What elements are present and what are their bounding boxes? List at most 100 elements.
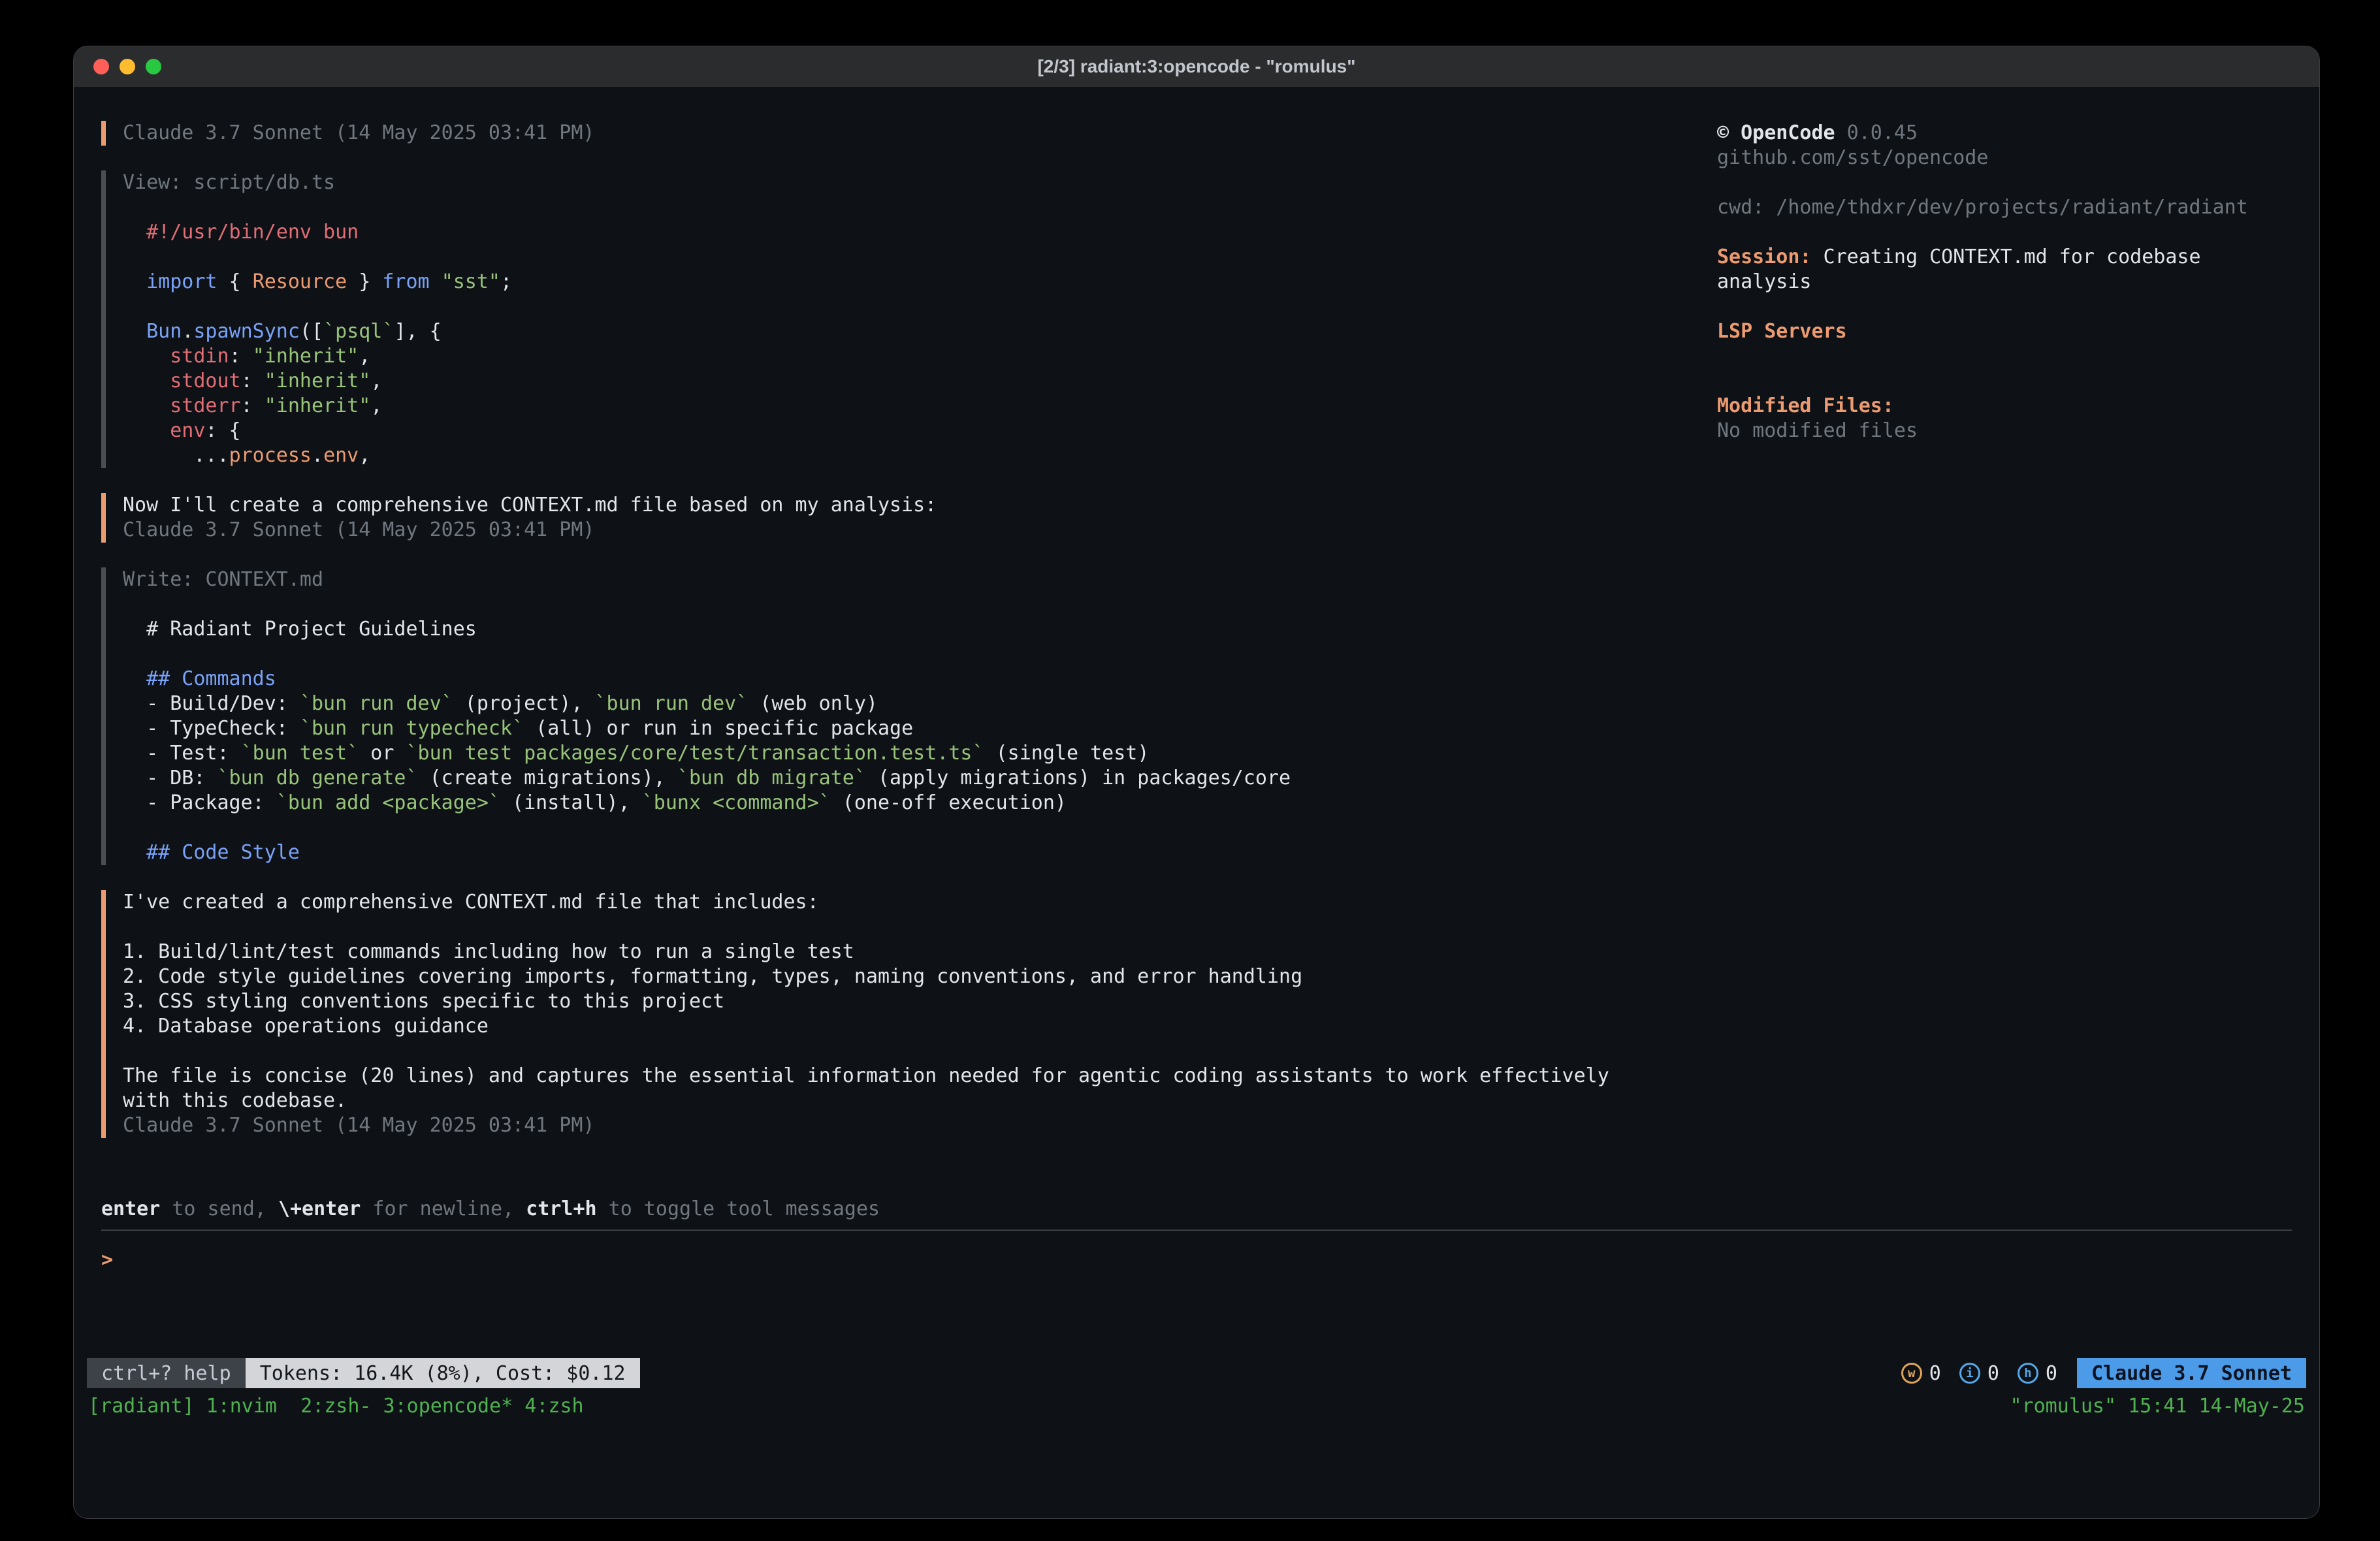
model-chip[interactable]: Claude 3.7 Sonnet xyxy=(2077,1358,2306,1388)
sidebar-line: No modified files xyxy=(1717,419,2292,443)
text-segment: - Package: xyxy=(123,791,276,814)
text-segment: , xyxy=(370,370,382,392)
text-segment: # Radiant Project Guidelines xyxy=(123,618,477,641)
message-line: 1. Build/lint/test commands including ho… xyxy=(123,940,1686,964)
text-segment xyxy=(123,1040,135,1062)
text-segment xyxy=(123,593,135,616)
tool-write-block: Write: CONTEXT.md # Radiant Project Guid… xyxy=(101,567,1686,865)
text-segment: - TypeCheck: xyxy=(123,717,300,740)
text-segment: : xyxy=(241,394,265,417)
info-count: 0 xyxy=(1987,1362,1999,1385)
text-segment: `bun test` xyxy=(241,742,359,765)
text-segment: , xyxy=(359,444,370,467)
text-segment: (single test) xyxy=(984,742,1150,765)
text-segment: Now I'll create a comprehensive CONTEXT.… xyxy=(123,494,937,516)
warning-counter: w 0 xyxy=(1901,1362,1941,1385)
text-segment: { xyxy=(217,270,253,293)
text-segment xyxy=(123,643,135,665)
text-segment: `bun add <package>` xyxy=(276,791,500,814)
markdown-line: - Package: `bun add <package>` (install)… xyxy=(123,791,1686,816)
text-segment: . xyxy=(312,444,323,467)
text-segment: import xyxy=(146,270,217,293)
text-segment xyxy=(123,345,170,368)
message-line xyxy=(123,915,1686,940)
text-segment: "inherit" xyxy=(253,345,359,368)
code-line xyxy=(123,245,1686,270)
text-segment: (all) or run in specific package xyxy=(524,717,913,740)
text-segment: `bunx <command>` xyxy=(642,791,831,814)
text-segment: "inherit" xyxy=(265,370,371,392)
text-segment: ([ xyxy=(300,320,323,343)
text-segment: (project), xyxy=(453,692,595,715)
text-segment: cwd: /home/thdxr/dev/projects/radiant/ra… xyxy=(1717,196,2248,219)
text-segment: ctrl+h xyxy=(526,1198,596,1220)
text-segment: spawnSync xyxy=(193,320,300,343)
markdown-line: - DB: `bun db generate` (create migratio… xyxy=(123,766,1686,791)
text-segment: or xyxy=(359,742,406,765)
text-segment xyxy=(123,915,135,938)
markdown-line: # Radiant Project Guidelines xyxy=(123,617,1686,642)
zoom-button-icon[interactable] xyxy=(146,59,161,74)
text-segment: `bun run typecheck` xyxy=(300,717,524,740)
markdown-line: ## Commands xyxy=(123,667,1686,691)
sidebar-line xyxy=(1717,170,2292,195)
code-line xyxy=(123,195,1686,220)
code-line: View: script/db.ts xyxy=(123,170,1686,195)
text-segment: ## Code Style xyxy=(123,841,300,864)
text-segment xyxy=(1717,295,1729,318)
text-segment: I've created a comprehensive CONTEXT.md … xyxy=(123,891,819,913)
text-segment: `bun run dev` xyxy=(300,692,453,715)
text-segment: `bun run dev` xyxy=(595,692,748,715)
prompt-input[interactable]: > xyxy=(101,1248,2292,1273)
markdown-line: Write: CONTEXT.md xyxy=(123,567,1686,592)
text-segment: Claude 3.7 Sonnet (14 May 2025 03:41 PM) xyxy=(123,518,594,541)
text-segment: Claude 3.7 Sonnet (14 May 2025 03:41 PM) xyxy=(123,121,594,144)
message-line: Now I'll create a comprehensive CONTEXT.… xyxy=(123,493,1686,518)
text-segment: Session: xyxy=(1717,246,1812,268)
close-button-icon[interactable] xyxy=(93,59,109,74)
message-line xyxy=(123,1039,1686,1064)
markdown-line xyxy=(123,592,1686,617)
text-segment: "inherit" xyxy=(265,394,371,417)
text-segment: View: script/db.ts xyxy=(123,171,335,194)
markdown-line xyxy=(123,642,1686,667)
hint-icon: h xyxy=(2018,1363,2038,1384)
assistant-header-block: Claude 3.7 Sonnet (14 May 2025 03:41 PM) xyxy=(101,121,1686,146)
code-line: Bun.spawnSync([`psql`], { xyxy=(123,319,1686,344)
text-segment: (one-off execution) xyxy=(831,791,1067,814)
text-segment: stdout xyxy=(170,370,240,392)
text-segment: 3. CSS styling conventions specific to t… xyxy=(123,990,724,1013)
text-segment: #!/usr/bin/env bun xyxy=(123,221,359,244)
code-line: ...process.env, xyxy=(123,443,1686,468)
text-segment: stderr xyxy=(170,394,240,417)
code-line: import { Resource } from "sst"; xyxy=(123,270,1686,294)
message-line: Claude 3.7 Sonnet (14 May 2025 03:41 PM) xyxy=(123,518,1686,543)
text-segment xyxy=(1717,345,1729,368)
text-segment: from xyxy=(382,270,429,293)
message-line: Claude 3.7 Sonnet (14 May 2025 03:41 PM) xyxy=(123,1113,1686,1138)
sidebar-line: github.com/sst/opencode xyxy=(1717,146,2292,170)
text-segment: - DB: xyxy=(123,767,217,789)
text-segment: Bun xyxy=(146,320,182,343)
assistant-summary-block: I've created a comprehensive CONTEXT.md … xyxy=(101,890,1686,1138)
text-segment: `psql` xyxy=(323,320,394,343)
text-segment: ; xyxy=(500,270,512,293)
help-chip[interactable]: ctrl+? help xyxy=(87,1358,246,1388)
text-segment: ... xyxy=(123,444,229,467)
minimize-button-icon[interactable] xyxy=(120,59,135,74)
code-line: env: { xyxy=(123,419,1686,443)
sidebar-line xyxy=(1717,369,2292,394)
hint-counter: h 0 xyxy=(2018,1362,2057,1385)
tmux-window-list[interactable]: [radiant] 1:nvim 2:zsh- 3:opencode* 4:zs… xyxy=(88,1395,584,1418)
opencode-tui: Claude 3.7 Sonnet (14 May 2025 03:41 PM)… xyxy=(74,87,2319,1355)
text-segment xyxy=(1717,370,1729,392)
text-segment: No modified files xyxy=(1717,419,1918,442)
message-line: I've created a comprehensive CONTEXT.md … xyxy=(123,890,1686,915)
input-editor: enter to send, \+enter for newline, ctrl… xyxy=(101,1197,2292,1273)
hint-count: 0 xyxy=(2046,1362,2057,1385)
text-segment: , xyxy=(359,345,370,368)
sidebar-line xyxy=(1717,294,2292,319)
window-titlebar: [2/3] radiant:3:opencode - "romulus" xyxy=(74,46,2319,87)
session-sidebar: © OpenCode 0.0.45github.com/sst/opencode… xyxy=(1717,121,2292,443)
text-segment: : xyxy=(229,345,253,368)
